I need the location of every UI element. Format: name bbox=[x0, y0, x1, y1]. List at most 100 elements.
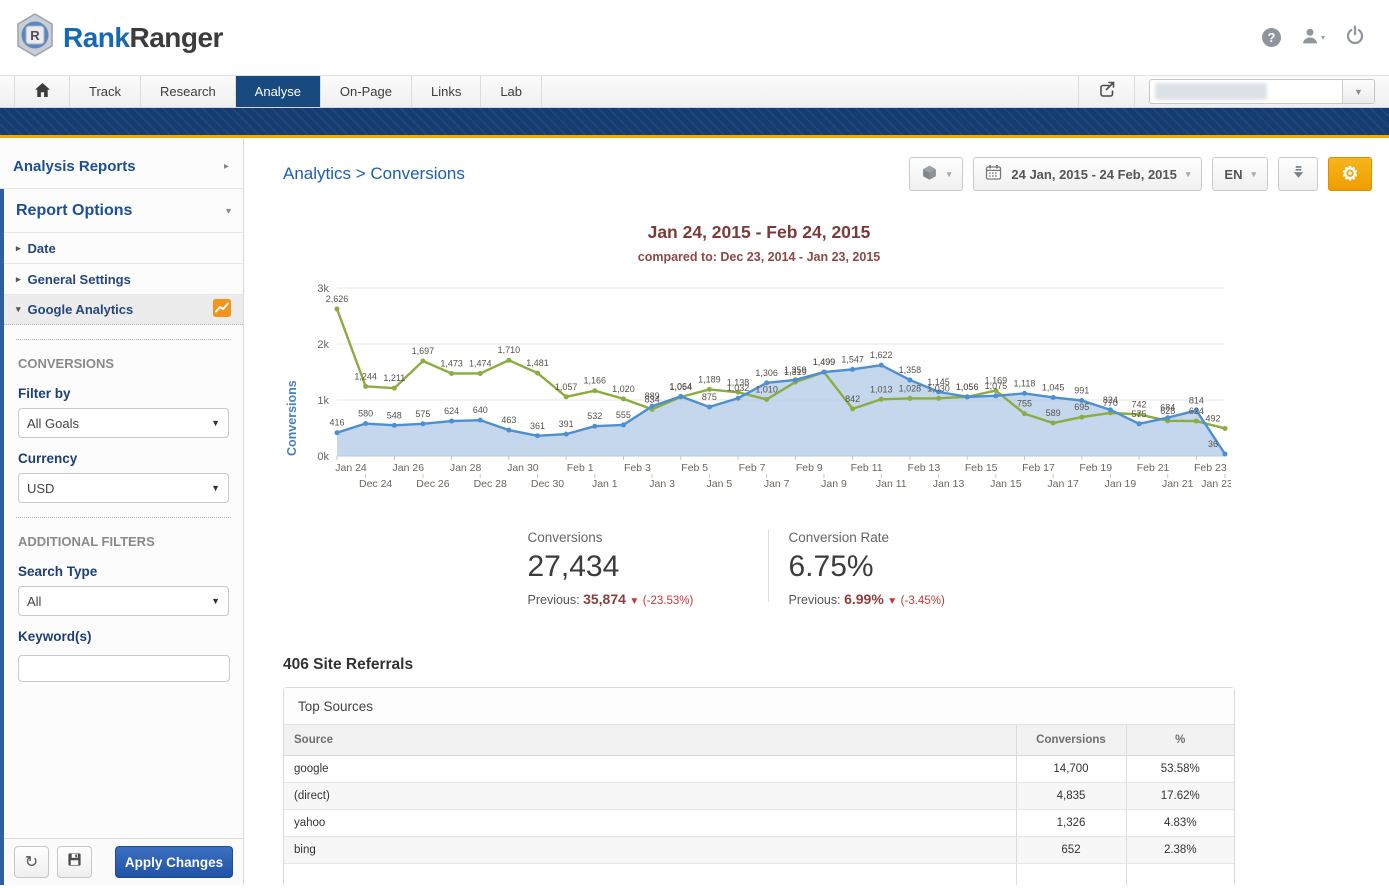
nav-tab-home[interactable] bbox=[14, 76, 70, 107]
svg-text:1,028: 1,028 bbox=[899, 383, 922, 393]
share-button[interactable] bbox=[1078, 76, 1134, 107]
report-options-header[interactable]: Report Options ▾ bbox=[4, 189, 243, 232]
date-range-label: 24 Jan, 2015 - 24 Feb, 2015 bbox=[1011, 167, 1177, 182]
sidebar-item-date[interactable]: ▸ Date bbox=[4, 232, 243, 263]
filter-by-select[interactable]: All Goals bbox=[18, 408, 229, 438]
svg-text:Feb 15: Feb 15 bbox=[965, 462, 998, 474]
svg-text:Feb 11: Feb 11 bbox=[851, 462, 883, 474]
save-icon bbox=[67, 852, 82, 872]
svg-text:Jan 24: Jan 24 bbox=[335, 462, 367, 474]
campaign-select-arrow[interactable]: ▼ bbox=[1342, 80, 1374, 103]
svg-text:1,622: 1,622 bbox=[870, 350, 893, 360]
stat-label: Conversion Rate bbox=[789, 530, 991, 545]
sub-header-banner bbox=[0, 108, 1389, 138]
user-menu-button[interactable]: ▾ bbox=[1301, 27, 1325, 49]
stat-value: 27,434 bbox=[528, 550, 750, 584]
svg-text:2,626: 2,626 bbox=[326, 294, 349, 304]
cell-source: google bbox=[284, 755, 1016, 782]
chart-title: Jan 24, 2015 - Feb 24, 2015 bbox=[283, 222, 1235, 243]
calendar-icon bbox=[985, 164, 1002, 184]
svg-text:492: 492 bbox=[1205, 413, 1220, 423]
conversion-rate-stat: Conversion Rate 6.75% Previous: 6.99% ▼ … bbox=[769, 530, 991, 607]
svg-text:Jan 13: Jan 13 bbox=[933, 478, 965, 490]
logo-text: RankRanger bbox=[63, 22, 223, 54]
svg-text:361: 361 bbox=[530, 421, 545, 431]
sidebar-item-general-settings[interactable]: ▸ General Settings bbox=[4, 263, 243, 294]
svg-text:1,697: 1,697 bbox=[412, 346, 435, 356]
additional-filters-heading: ADDITIONAL FILTERS bbox=[4, 518, 243, 551]
change-percent: (-3.45%) bbox=[901, 595, 945, 607]
svg-text:1,547: 1,547 bbox=[841, 354, 864, 364]
svg-text:Jan 26: Jan 26 bbox=[393, 462, 425, 474]
svg-text:Dec 24: Dec 24 bbox=[359, 478, 392, 490]
cube-icon bbox=[921, 164, 938, 184]
chevron-down-icon: ▾ bbox=[16, 304, 21, 315]
cell-conversions: 652 bbox=[1016, 836, 1126, 863]
sidebar-item-label: General Settings bbox=[28, 272, 131, 287]
cell-pct: 17.62% bbox=[1126, 782, 1234, 809]
reset-button[interactable]: ↻ bbox=[14, 846, 49, 878]
currency-label: Currency bbox=[4, 438, 243, 473]
settings-button[interactable]: ⚙ bbox=[1328, 157, 1372, 191]
svg-text:1,499: 1,499 bbox=[813, 357, 836, 367]
svg-text:575: 575 bbox=[415, 409, 430, 419]
svg-text:1,064: 1,064 bbox=[669, 381, 692, 391]
sidebar-item-label: Google Analytics bbox=[28, 302, 134, 317]
cell-pct: 4.83% bbox=[1126, 809, 1234, 836]
download-button[interactable] bbox=[1278, 157, 1318, 191]
svg-text:Jan 11: Jan 11 bbox=[876, 478, 907, 490]
column-header-source[interactable]: Source bbox=[284, 725, 1016, 755]
main-nav: TrackResearchAnalyseOn-PageLinksLab ▼ bbox=[0, 75, 1389, 108]
svg-text:Jan 21: Jan 21 bbox=[1162, 478, 1194, 490]
conversions-chart: Conversions 0k1k2k3kJan 24Dec 24Jan 26De… bbox=[283, 278, 1235, 498]
svg-text:1,045: 1,045 bbox=[1042, 382, 1065, 392]
nav-tab-on-page[interactable]: On-Page bbox=[321, 76, 412, 107]
svg-text:1,032: 1,032 bbox=[727, 383, 750, 393]
campaign-select[interactable]: ▼ bbox=[1149, 79, 1375, 104]
svg-text:991: 991 bbox=[1074, 386, 1089, 396]
chevron-down-icon: ▾ bbox=[1321, 33, 1325, 42]
sidebar-item-label: Date bbox=[28, 241, 56, 256]
currency-select[interactable]: USD bbox=[18, 473, 229, 503]
language-button[interactable]: EN ▾ bbox=[1212, 157, 1268, 191]
svg-text:Dec 28: Dec 28 bbox=[474, 478, 507, 490]
nav-tab-links[interactable]: Links bbox=[412, 76, 481, 107]
logo[interactable]: R RankRanger bbox=[14, 12, 223, 63]
svg-text:Jan 30: Jan 30 bbox=[507, 462, 539, 474]
conversions-section-heading: CONVERSIONS bbox=[4, 340, 243, 373]
referral-row-cutoff bbox=[284, 863, 1234, 885]
nav-tab-lab[interactable]: Lab bbox=[481, 76, 542, 107]
keywords-input[interactable] bbox=[18, 655, 230, 682]
share-icon bbox=[1098, 81, 1116, 103]
apply-changes-button[interactable]: Apply Changes bbox=[115, 846, 233, 878]
sidebar-item-analysis-reports[interactable]: Analysis Reports ▸ bbox=[0, 138, 243, 189]
svg-text:1,010: 1,010 bbox=[755, 384, 778, 394]
logout-button[interactable] bbox=[1345, 25, 1365, 50]
save-button[interactable] bbox=[57, 846, 92, 878]
breadcrumb: Analytics > Conversions bbox=[283, 164, 465, 184]
nav-tab-research[interactable]: Research bbox=[141, 76, 236, 107]
nav-tab-analyse[interactable]: Analyse bbox=[236, 76, 321, 107]
svg-text:1,056: 1,056 bbox=[956, 382, 979, 392]
search-type-select[interactable]: All bbox=[18, 586, 229, 616]
svg-text:624: 624 bbox=[444, 406, 459, 416]
svg-text:2k: 2k bbox=[317, 339, 329, 351]
svg-text:Feb 19: Feb 19 bbox=[1079, 462, 1112, 474]
sidebar-item-google-analytics[interactable]: ▾ Google Analytics bbox=[4, 294, 243, 325]
column-header-percent[interactable]: % bbox=[1126, 725, 1234, 755]
help-icon: ? bbox=[1262, 28, 1281, 47]
svg-text:875: 875 bbox=[702, 392, 717, 402]
cell-conversions: 14,700 bbox=[1016, 755, 1126, 782]
svg-text:Feb 23: Feb 23 bbox=[1194, 462, 1227, 474]
profile-menu-button[interactable]: ▾ bbox=[909, 157, 964, 191]
top-sources-panel: Top Sources Source Conversions % google1… bbox=[283, 687, 1235, 885]
svg-text:Jan 9: Jan 9 bbox=[821, 478, 847, 490]
date-range-button[interactable]: 24 Jan, 2015 - 24 Feb, 2015 ▾ bbox=[973, 157, 1202, 191]
svg-text:1,710: 1,710 bbox=[498, 345, 521, 355]
google-analytics-icon bbox=[213, 299, 231, 320]
column-header-conversions[interactable]: Conversions bbox=[1016, 725, 1126, 755]
previous-value: 35,874 bbox=[583, 591, 626, 607]
help-button[interactable]: ? bbox=[1262, 28, 1281, 47]
svg-text:1,057: 1,057 bbox=[555, 382, 578, 392]
nav-tab-track[interactable]: Track bbox=[70, 76, 141, 107]
